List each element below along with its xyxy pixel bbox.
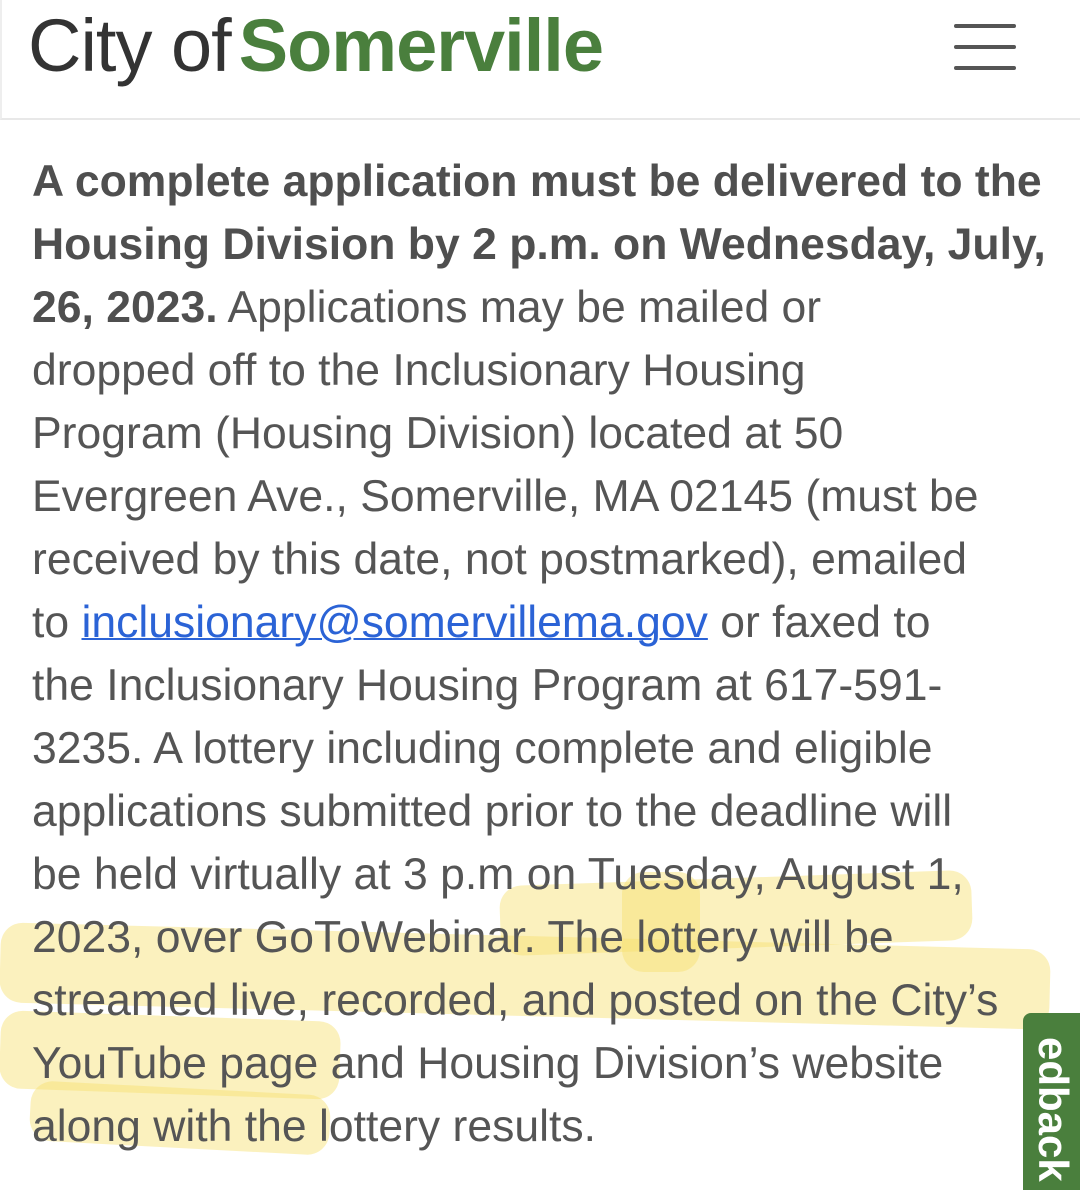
body-text: be held virtually at 3 p.m on Tuesday, A… [32,850,964,899]
site-header: City of Somerville [0,0,1080,120]
menu-bar [954,66,1016,70]
body-text: 3235. A lottery including complete and e… [32,724,933,773]
feedback-tab[interactable]: edback [1023,1013,1080,1190]
menu-bar [954,24,1016,28]
body-text: along with the lottery results. [32,1102,596,1151]
body-text: 2023, over GoToWebinar. The lottery will… [32,913,894,962]
body-text: received by this date, not postmarked), … [32,535,967,584]
email-link[interactable]: inclusionary@somervillema.gov [81,598,707,647]
body-text: the Inclusionary Housing Program at 617-… [32,661,943,710]
body-text: or faxed to [707,598,931,647]
menu-bar [954,45,1016,49]
body-text: to [32,598,82,647]
feedback-label: edback [1030,1037,1077,1182]
text-line: received by this date, not postmarked), … [32,528,1052,591]
bold-text: Housing Division by 2 p.m. on Wednesday,… [32,220,1046,269]
text-line: A complete application must be delivered… [32,150,1052,213]
text-line: Housing Division by 2 p.m. on Wednesday,… [32,213,1052,276]
body-text: Program (Housing Division) located at 50 [32,409,844,458]
body-text: Applications may be mailed or [217,283,822,332]
text-line: dropped off to the Inclusionary Housing [32,339,1052,402]
text-line: 26, 2023. Applications may be mailed or [32,276,1052,339]
text-line: streamed live, recorded, and posted on t… [32,969,1052,1032]
text-line: be held virtually at 3 p.m on Tuesday, A… [32,843,1052,906]
text-line: along with the lottery results. [32,1095,1052,1158]
text-line: Evergreen Ave., Somerville, MA 02145 (mu… [32,465,1052,528]
text-line: to inclusionary@somervillema.gov or faxe… [32,591,1052,654]
logo-brand: Somerville [238,4,604,87]
text-line: Program (Housing Division) located at 50 [32,402,1052,465]
bold-text: 26, 2023. [32,283,218,332]
text-line: 3235. A lottery including complete and e… [32,717,1052,780]
body-text: applications submitted prior to the dead… [32,787,953,836]
body-text: dropped off to the Inclusionary Housing [32,346,806,395]
bold-text: A complete application must be delivered… [32,157,1042,206]
body-text: Evergreen Ave., Somerville, MA 02145 (mu… [32,472,979,521]
site-logo[interactable]: City of Somerville [28,4,604,88]
text-line: the Inclusionary Housing Program at 617-… [32,654,1052,717]
text-line: applications submitted prior to the dead… [32,780,1052,843]
body-text: YouTube page and Housing Division’s webs… [32,1039,944,1088]
text-line: 2023, over GoToWebinar. The lottery will… [32,906,1052,969]
hamburger-menu-icon[interactable] [946,20,1026,78]
application-notice: A complete application must be delivered… [32,150,1052,1158]
text-line: YouTube page and Housing Division’s webs… [32,1032,1052,1095]
body-text: streamed live, recorded, and posted on t… [32,976,999,1025]
page: City of Somerville A complete application… [0,0,1080,1190]
logo-prefix: City of [28,4,232,87]
